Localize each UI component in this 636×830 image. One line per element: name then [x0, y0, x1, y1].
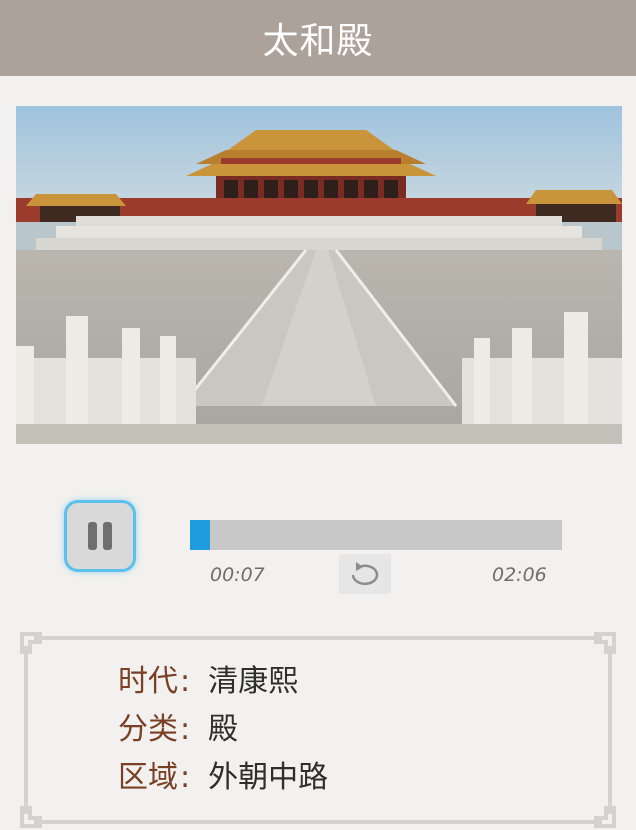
pause-icon: [88, 522, 97, 550]
info-panel: 时代: 清康熙 分类: 殿 区域: 外朝中路: [20, 632, 616, 828]
audio-player: 00:07 02:06: [0, 480, 636, 600]
info-value: 殿: [208, 712, 239, 747]
hall-photo: [16, 106, 622, 444]
info-value: 外朝中路: [208, 760, 329, 795]
pause-button[interactable]: [64, 500, 136, 572]
info-label: 区域: [118, 760, 178, 795]
info-value: 清康熙: [208, 664, 299, 699]
app-header: 太和殿: [0, 0, 636, 76]
progress-bar[interactable]: [190, 520, 562, 550]
hall-photo-illustration: [16, 106, 622, 444]
page-title: 太和殿: [262, 21, 374, 62]
repeat-button[interactable]: [339, 554, 391, 594]
pause-icon-bar: [103, 522, 112, 550]
info-label: 时代: [118, 664, 178, 699]
current-time: 00:07: [210, 564, 265, 586]
progress-fill: [190, 520, 211, 550]
info-row-era: 时代: 清康熙: [118, 656, 328, 704]
total-time: 02:06: [492, 564, 547, 586]
info-row-category: 分类: 殿: [118, 704, 328, 752]
info-label: 分类: [118, 712, 178, 747]
repeat-icon: [351, 562, 379, 585]
info-rows: 时代: 清康熙 分类: 殿 区域: 外朝中路: [118, 656, 328, 800]
info-row-area: 区域: 外朝中路: [118, 752, 328, 800]
